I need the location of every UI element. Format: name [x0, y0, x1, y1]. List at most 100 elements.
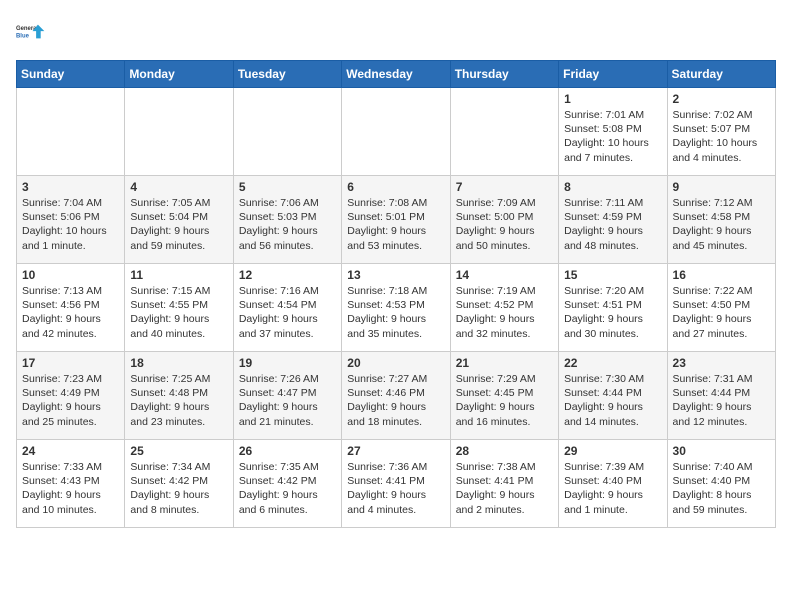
- day-number: 19: [239, 356, 336, 370]
- calendar-cell: 27Sunrise: 7:36 AM Sunset: 4:41 PM Dayli…: [342, 440, 450, 528]
- calendar-cell: 4Sunrise: 7:05 AM Sunset: 5:04 PM Daylig…: [125, 176, 233, 264]
- calendar-cell: 14 Sunrise: 7:19 AM Sunset: 4:52 PM Dayli…: [450, 264, 558, 352]
- day-number: 4: [130, 180, 227, 194]
- calendar-cell: 1 Sunrise: 7:01 AM Sunset: 5:08 PM Daylig…: [559, 88, 667, 176]
- calendar-cell: 2 Sunrise: 7:02 AM Sunset: 5:07 PM Daylig…: [667, 88, 775, 176]
- day-number: 20: [347, 356, 444, 370]
- calendar-cell: 11 Sunrise: 7:15 AM Sunset: 4:55 PM Dayli…: [125, 264, 233, 352]
- day-info: Sunrise: 7:20 AM Sunset: 4:51 PM Dayligh…: [564, 284, 661, 341]
- day-info: Sunrise: 7:29 AM Sunset: 4:45 PM Dayligh…: [456, 372, 553, 429]
- day-number: 8: [564, 180, 661, 194]
- calendar-cell: 23 Sunrise: 7:31 AM Sunset: 4:44 PM Dayli…: [667, 352, 775, 440]
- calendar-cell: 16 Sunrise: 7:22 AM Sunset: 4:50 PM Dayli…: [667, 264, 775, 352]
- day-info: Sunrise: 7:22 AM Sunset: 4:50 PM Dayligh…: [673, 284, 770, 341]
- weekday-header: Monday: [125, 61, 233, 88]
- day-number: 29: [564, 444, 661, 458]
- weekday-header: Sunday: [17, 61, 125, 88]
- calendar-cell: 19 Sunrise: 7:26 AM Sunset: 4:47 PM Dayli…: [233, 352, 341, 440]
- svg-text:Blue: Blue: [16, 33, 30, 39]
- calendar-cell: 6Sunrise: 7:08 AM Sunset: 5:01 PM Daylig…: [342, 176, 450, 264]
- calendar-week-row: 10 Sunrise: 7:13 AM Sunset: 4:56 PM Dayli…: [17, 264, 776, 352]
- day-number: 11: [130, 268, 227, 282]
- day-info: Sunrise: 7:16 AM Sunset: 4:54 PM Dayligh…: [239, 284, 336, 341]
- calendar-cell: 26 Sunrise: 7:35 AM Sunset: 4:42 PM Dayli…: [233, 440, 341, 528]
- day-info: Sunrise: 7:26 AM Sunset: 4:47 PM Dayligh…: [239, 372, 336, 429]
- day-info: Sunrise: 7:02 AM Sunset: 5:07 PM Dayligh…: [673, 108, 770, 165]
- logo-icon: GeneralBlue: [16, 16, 48, 48]
- day-number: 22: [564, 356, 661, 370]
- day-number: 5: [239, 180, 336, 194]
- day-number: 16: [673, 268, 770, 282]
- weekday-header: Thursday: [450, 61, 558, 88]
- day-info: Sunrise: 7:09 AM Sunset: 5:00 PM Dayligh…: [456, 196, 553, 253]
- day-number: 25: [130, 444, 227, 458]
- day-info: Sunrise: 7:04 AM Sunset: 5:06 PM Dayligh…: [22, 196, 119, 253]
- day-number: 14: [456, 268, 553, 282]
- logo: GeneralBlue: [16, 16, 48, 48]
- day-number: 24: [22, 444, 119, 458]
- calendar-cell: [233, 88, 341, 176]
- day-number: 27: [347, 444, 444, 458]
- day-number: 7: [456, 180, 553, 194]
- day-number: 23: [673, 356, 770, 370]
- calendar-week-row: 1 Sunrise: 7:01 AM Sunset: 5:08 PM Daylig…: [17, 88, 776, 176]
- day-info: Sunrise: 7:01 AM Sunset: 5:08 PM Dayligh…: [564, 108, 661, 165]
- day-number: 1: [564, 92, 661, 106]
- calendar-cell: 28Sunrise: 7:38 AM Sunset: 4:41 PM Dayli…: [450, 440, 558, 528]
- day-number: 6: [347, 180, 444, 194]
- day-number: 17: [22, 356, 119, 370]
- calendar-cell: 22 Sunrise: 7:30 AM Sunset: 4:44 PM Dayli…: [559, 352, 667, 440]
- day-number: 3: [22, 180, 119, 194]
- day-info: Sunrise: 7:31 AM Sunset: 4:44 PM Dayligh…: [673, 372, 770, 429]
- calendar-cell: 8 Sunrise: 7:11 AM Sunset: 4:59 PM Daylig…: [559, 176, 667, 264]
- weekday-header: Wednesday: [342, 61, 450, 88]
- calendar-cell: 24Sunrise: 7:33 AM Sunset: 4:43 PM Dayli…: [17, 440, 125, 528]
- calendar-cell: 20 Sunrise: 7:27 AM Sunset: 4:46 PM Dayli…: [342, 352, 450, 440]
- calendar-cell: 21 Sunrise: 7:29 AM Sunset: 4:45 PM Dayli…: [450, 352, 558, 440]
- calendar-cell: [342, 88, 450, 176]
- day-number: 21: [456, 356, 553, 370]
- day-info: Sunrise: 7:25 AM Sunset: 4:48 PM Dayligh…: [130, 372, 227, 429]
- calendar-cell: 9 Sunrise: 7:12 AM Sunset: 4:58 PM Daylig…: [667, 176, 775, 264]
- calendar-cell: [450, 88, 558, 176]
- calendar-cell: 15Sunrise: 7:20 AM Sunset: 4:51 PM Dayli…: [559, 264, 667, 352]
- weekday-header: Friday: [559, 61, 667, 88]
- day-info: Sunrise: 7:40 AM Sunset: 4:40 PM Dayligh…: [673, 460, 770, 517]
- day-info: Sunrise: 7:19 AM Sunset: 4:52 PM Dayligh…: [456, 284, 553, 341]
- calendar-week-row: 3 Sunrise: 7:04 AM Sunset: 5:06 PM Daylig…: [17, 176, 776, 264]
- day-number: 28: [456, 444, 553, 458]
- calendar-cell: 18Sunrise: 7:25 AM Sunset: 4:48 PM Dayli…: [125, 352, 233, 440]
- calendar-week-row: 17 Sunrise: 7:23 AM Sunset: 4:49 PM Dayli…: [17, 352, 776, 440]
- weekday-header-row: SundayMondayTuesdayWednesdayThursdayFrid…: [17, 61, 776, 88]
- day-number: 13: [347, 268, 444, 282]
- calendar-cell: 7 Sunrise: 7:09 AM Sunset: 5:00 PM Daylig…: [450, 176, 558, 264]
- day-info: Sunrise: 7:30 AM Sunset: 4:44 PM Dayligh…: [564, 372, 661, 429]
- calendar-cell: 3 Sunrise: 7:04 AM Sunset: 5:06 PM Daylig…: [17, 176, 125, 264]
- weekday-header: Saturday: [667, 61, 775, 88]
- calendar-cell: 30 Sunrise: 7:40 AM Sunset: 4:40 PM Dayli…: [667, 440, 775, 528]
- day-number: 2: [673, 92, 770, 106]
- weekday-header: Tuesday: [233, 61, 341, 88]
- day-number: 12: [239, 268, 336, 282]
- day-number: 30: [673, 444, 770, 458]
- day-info: Sunrise: 7:11 AM Sunset: 4:59 PM Dayligh…: [564, 196, 661, 253]
- day-number: 10: [22, 268, 119, 282]
- day-info: Sunrise: 7:13 AM Sunset: 4:56 PM Dayligh…: [22, 284, 119, 341]
- day-info: Sunrise: 7:12 AM Sunset: 4:58 PM Dayligh…: [673, 196, 770, 253]
- calendar-cell: 5Sunrise: 7:06 AM Sunset: 5:03 PM Daylig…: [233, 176, 341, 264]
- day-number: 26: [239, 444, 336, 458]
- page-header: GeneralBlue: [16, 16, 776, 48]
- day-info: Sunrise: 7:18 AM Sunset: 4:53 PM Dayligh…: [347, 284, 444, 341]
- day-info: Sunrise: 7:35 AM Sunset: 4:42 PM Dayligh…: [239, 460, 336, 517]
- day-info: Sunrise: 7:27 AM Sunset: 4:46 PM Dayligh…: [347, 372, 444, 429]
- calendar-cell: [17, 88, 125, 176]
- day-info: Sunrise: 7:34 AM Sunset: 4:42 PM Dayligh…: [130, 460, 227, 517]
- day-info: Sunrise: 7:39 AM Sunset: 4:40 PM Dayligh…: [564, 460, 661, 517]
- calendar-cell: 25 Sunrise: 7:34 AM Sunset: 4:42 PM Dayli…: [125, 440, 233, 528]
- calendar-week-row: 24Sunrise: 7:33 AM Sunset: 4:43 PM Dayli…: [17, 440, 776, 528]
- calendar-cell: [125, 88, 233, 176]
- day-info: Sunrise: 7:15 AM Sunset: 4:55 PM Dayligh…: [130, 284, 227, 341]
- day-number: 9: [673, 180, 770, 194]
- day-info: Sunrise: 7:23 AM Sunset: 4:49 PM Dayligh…: [22, 372, 119, 429]
- calendar-cell: 17 Sunrise: 7:23 AM Sunset: 4:49 PM Dayli…: [17, 352, 125, 440]
